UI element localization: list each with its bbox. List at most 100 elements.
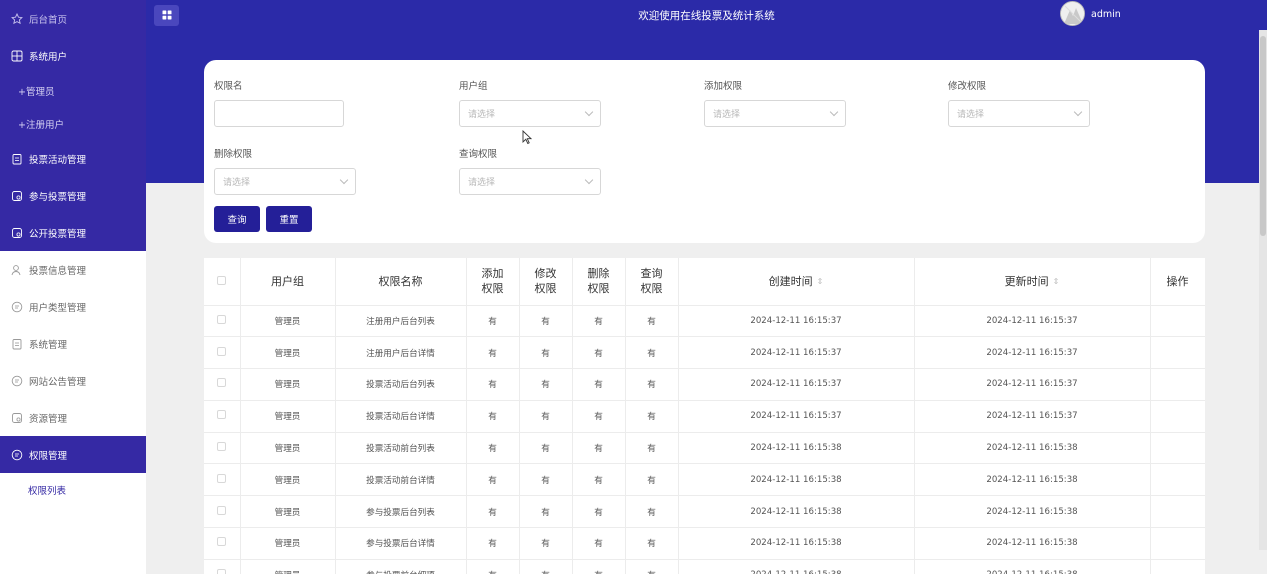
edit-permission-select[interactable]: 请选择 <box>948 100 1090 127</box>
column-header-updated-sortable[interactable]: 更新时间 ⇕ <box>914 258 1151 306</box>
table-cell: 有 <box>519 400 573 433</box>
table-row[interactable]: 管理员 参与投票后台列表有有有有 2024-12-11 16:15:38 2024-1… <box>204 495 1205 529</box>
document-icon <box>10 189 23 202</box>
table-cell: 2024-12-11 16:15:38 <box>678 495 915 529</box>
sidebar-item-join-vote[interactable]: 参与投票管理 <box>0 177 146 214</box>
sidebar-item-label: 系统用户 <box>29 51 68 63</box>
sidebar-item-public-vote[interactable]: 公开投票管理 <box>0 214 146 251</box>
sidebar-subitem-admin[interactable]: +管理员 <box>0 74 146 107</box>
mouse-cursor-icon <box>522 129 533 148</box>
sidebar-item-resource[interactable]: 资源管理 <box>0 399 146 436</box>
column-header-label: 创建时间 <box>768 274 813 288</box>
table-row[interactable]: 管理员 注册用户后台列表有有有有 2024-12-11 16:15:37 2024-1… <box>204 305 1205 338</box>
table-row[interactable]: 管理员参与投票前台细项有有有有2024-12-11 16:15:382024-1… <box>204 559 1205 574</box>
add-permission-select[interactable]: 请选择 <box>704 100 846 127</box>
sort-icon[interactable]: ⇕ <box>1053 274 1060 289</box>
column-header: 操作 <box>1150 258 1205 306</box>
sidebar-subitem-registered-users[interactable]: +注册用户 <box>0 107 146 140</box>
row-checkbox[interactable] <box>217 442 227 452</box>
select-placeholder: 请选择 <box>468 178 496 188</box>
table-cell: 2024-12-11 16:15:37 <box>914 368 1151 401</box>
sidebar-item-permission[interactable]: 权限管理 <box>0 436 146 473</box>
row-select-cell <box>204 305 241 338</box>
table-cell: 2024-12-11 16:15:37 <box>678 305 915 338</box>
reset-button[interactable]: 重置 <box>266 206 312 232</box>
table-cell: 有 <box>519 368 573 401</box>
sidebar-item-vote-activity[interactable]: 投票活动管理 <box>0 140 146 177</box>
chevron-down-icon <box>339 175 349 185</box>
table-cell: 管理员 <box>240 336 336 370</box>
row-checkbox[interactable] <box>217 537 227 547</box>
row-actions-cell <box>1150 432 1205 465</box>
sidebar-item-label: 权限列表 <box>28 486 67 497</box>
table-cell: 有 <box>466 559 520 574</box>
table-row[interactable]: 管理员 参与投票后台详情有有有有 2024-12-11 16:15:38 2024-1… <box>204 527 1205 560</box>
username[interactable]: admin <box>1091 9 1121 20</box>
row-actions-cell <box>1150 368 1205 401</box>
table-cell: 管理员 <box>240 305 336 338</box>
table-row[interactable]: 管理员 投票活动后台列表有有有有 2024-12-11 16:15:37 2024-1… <box>204 368 1205 401</box>
row-checkbox[interactable] <box>217 378 227 388</box>
table-cell: 2024-12-11 16:15:37 <box>678 368 915 401</box>
table-cell: 有 <box>625 432 679 465</box>
sidebar-item-system-mgmt[interactable]: 系统管理 <box>0 325 146 362</box>
table-cell: 有 <box>519 559 573 574</box>
table-cell: 有 <box>519 432 573 465</box>
table-cell: 有 <box>572 559 626 574</box>
table-row[interactable]: 管理员 注册用户后台详情有有有有 2024-12-11 16:15:37 2024-1… <box>204 336 1205 370</box>
select-placeholder: 请选择 <box>957 110 985 120</box>
row-checkbox[interactable] <box>217 473 227 483</box>
column-header: 查询权限 <box>625 258 679 306</box>
row-select-cell <box>204 559 241 574</box>
sidebar-item-label: +管理员 <box>18 86 55 98</box>
delete-permission-select[interactable]: 请选择 <box>214 168 356 195</box>
row-select-cell <box>204 495 241 529</box>
row-actions-cell <box>1150 559 1205 574</box>
sidebar-subitem-permission-list[interactable]: 权限列表 <box>0 473 146 507</box>
permission-name-field: 权限名 <box>214 78 344 127</box>
select-all-checkbox[interactable] <box>217 275 227 285</box>
query-button[interactable]: 查询 <box>214 206 260 232</box>
row-actions-cell <box>1150 527 1205 560</box>
chevron-down-icon <box>584 175 594 185</box>
table-cell: 投票活动前台列表 <box>335 432 467 465</box>
sidebar-item-label: 网站公告管理 <box>29 376 87 388</box>
table-cell: 2024-12-11 16:15:38 <box>678 463 915 497</box>
sidebar-item-site-notice[interactable]: 网站公告管理 <box>0 362 146 399</box>
table-cell: 有 <box>466 527 520 560</box>
table-cell: 2024-12-11 16:15:37 <box>678 336 915 370</box>
permission-name-input[interactable] <box>214 100 344 127</box>
row-checkbox[interactable] <box>217 346 227 356</box>
chevron-down-icon <box>584 107 594 117</box>
table-cell: 有 <box>466 368 520 401</box>
row-checkbox[interactable] <box>217 569 227 574</box>
sidebar-item-vote-info[interactable]: 投票信息管理 <box>0 251 146 288</box>
table-cell: 2024-12-11 16:15:37 <box>678 400 915 433</box>
table-row[interactable]: 管理员 投票活动前台详情有有有有 2024-12-11 16:15:38 2024-1… <box>204 463 1205 497</box>
table-cell: 2024-12-11 16:15:37 <box>914 400 1151 433</box>
table-cell: 有 <box>572 463 626 497</box>
column-header-label: 修改权限 <box>534 267 557 296</box>
table-cell: 有 <box>466 463 520 497</box>
table-row[interactable]: 管理员 投票活动前台列表有有有有 2024-12-11 16:15:38 2024-1… <box>204 432 1205 465</box>
sidebar-item-user-type[interactable]: 用户类型管理 <box>0 288 146 325</box>
row-checkbox[interactable] <box>217 314 227 324</box>
query-permission-select[interactable]: 请选择 <box>459 168 601 195</box>
table-cell: 有 <box>625 463 679 497</box>
scrollbar-thumb[interactable] <box>1260 36 1266 236</box>
column-header-created-sortable[interactable]: 创建时间 ⇕ <box>678 258 915 306</box>
add-permission-field: 添加权限 请选择 <box>704 78 846 127</box>
sidebar-item-home[interactable]: 后台首页 <box>0 0 146 37</box>
row-select-cell <box>204 400 241 433</box>
sort-icon[interactable]: ⇕ <box>817 274 824 289</box>
user-group-select[interactable]: 请选择 <box>459 100 601 127</box>
row-checkbox[interactable] <box>217 505 227 515</box>
row-checkbox[interactable] <box>217 410 227 420</box>
table-cell: 2024-12-11 16:15:38 <box>678 559 915 574</box>
table-row[interactable]: 管理员 投票活动后台详情有有有有 2024-12-11 16:15:37 2024-1… <box>204 400 1205 433</box>
page-scrollbar[interactable] <box>1259 30 1267 550</box>
sidebar-item-label: 后台首页 <box>29 14 68 26</box>
sidebar-item-system-users[interactable]: 系统用户 <box>0 37 146 74</box>
table-cell: 有 <box>519 305 573 338</box>
avatar[interactable] <box>1060 1 1085 26</box>
